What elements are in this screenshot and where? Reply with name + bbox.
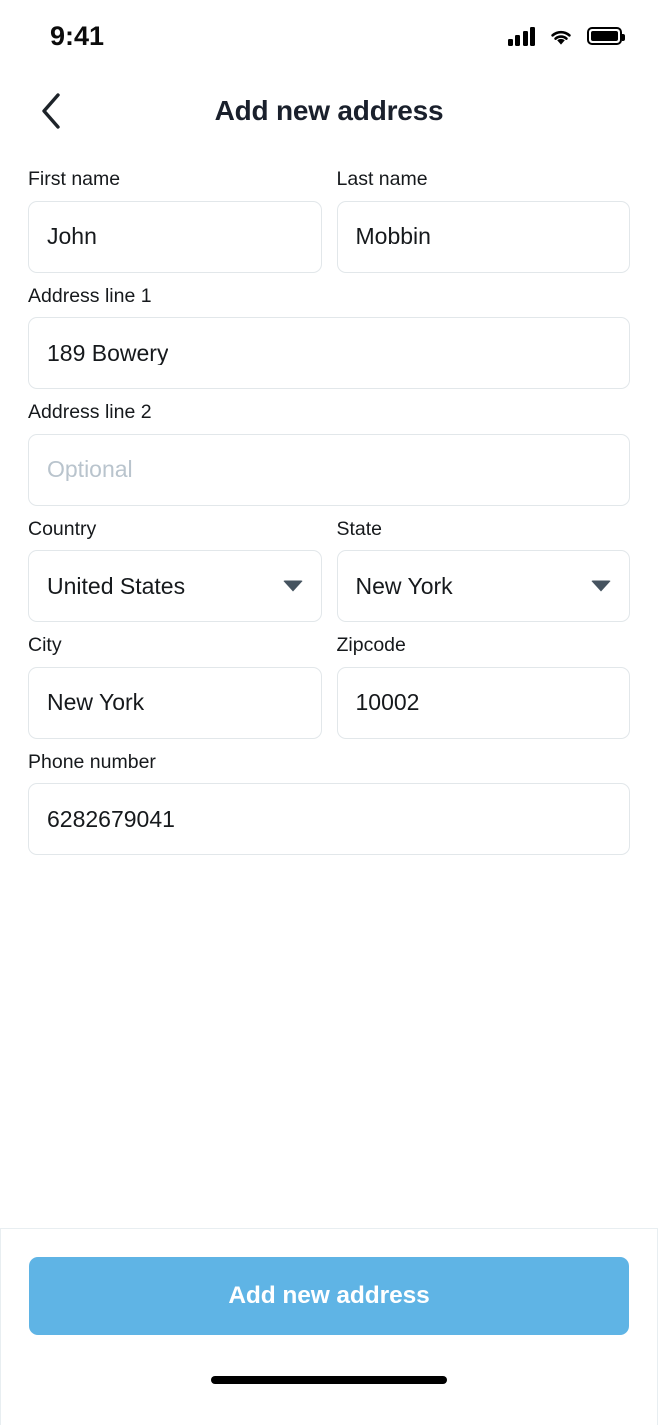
form-row-address-line-1: Address line 1 189 Bowery xyxy=(28,284,630,389)
battery-icon xyxy=(587,27,625,45)
form-row-address-line-2: Address line 2 Optional xyxy=(28,401,630,506)
field-address-line-1: Address line 1 189 Bowery xyxy=(28,284,630,389)
select-country[interactable]: United States xyxy=(28,550,322,622)
add-new-address-button[interactable]: Add new address xyxy=(29,1257,629,1335)
label-zipcode: Zipcode xyxy=(336,634,406,656)
field-phone-number: Phone number 6282679041 xyxy=(28,750,630,855)
label-phone-number: Phone number xyxy=(28,750,156,773)
form-row-name: First name John Last name Mobbin xyxy=(28,168,630,273)
home-indicator[interactable] xyxy=(211,1376,447,1384)
input-phone-number[interactable]: 6282679041 xyxy=(28,783,630,855)
input-address-line-1[interactable]: 189 Bowery xyxy=(28,317,630,389)
cellular-signal-icon xyxy=(507,26,535,46)
input-zipcode-value: 10002 xyxy=(355,691,420,714)
chevron-left-icon xyxy=(38,91,64,131)
status-bar-time: 9:41 xyxy=(50,20,105,51)
field-state: State New York xyxy=(336,517,630,622)
field-country: Country United States xyxy=(28,517,322,622)
address-form-screen: 9:41 Add new address First name John Las… xyxy=(0,0,658,1425)
wifi-icon xyxy=(548,27,574,46)
label-country: Country xyxy=(28,517,97,540)
chevron-down-icon xyxy=(282,580,303,592)
label-last-name: Last name xyxy=(336,168,428,190)
home-indicator-area xyxy=(29,1335,629,1425)
status-bar: 9:41 xyxy=(0,0,658,72)
field-address-line-2: Address line 2 Optional xyxy=(28,401,630,506)
input-first-name-value: John xyxy=(47,225,97,248)
input-city[interactable]: New York xyxy=(28,666,322,739)
form-row-phone-number: Phone number 6282679041 xyxy=(28,750,630,855)
field-last-name: Last name Mobbin xyxy=(336,168,630,273)
label-state: State xyxy=(336,517,383,540)
input-first-name[interactable]: John xyxy=(28,200,322,273)
select-state-value: New York xyxy=(355,574,453,598)
field-zipcode: Zipcode 10002 xyxy=(336,634,630,739)
status-bar-icons xyxy=(507,26,625,46)
page-header: Add new address xyxy=(0,72,658,150)
form-row-country-state: Country United States State New York xyxy=(28,517,630,622)
label-first-name: First name xyxy=(28,168,121,190)
input-address-line-2[interactable]: Optional xyxy=(28,433,630,506)
input-address-line-2-placeholder: Optional xyxy=(47,458,133,481)
chevron-down-icon xyxy=(591,580,611,592)
select-country-value: United States xyxy=(47,574,186,598)
field-first-name: First name John xyxy=(28,168,322,273)
back-button[interactable] xyxy=(26,86,76,136)
field-city: City New York xyxy=(28,634,322,739)
select-state[interactable]: New York xyxy=(336,550,630,622)
input-zipcode[interactable]: 10002 xyxy=(336,666,630,739)
input-last-name[interactable]: Mobbin xyxy=(336,200,630,273)
page-title: Add new address xyxy=(214,95,444,126)
input-last-name-value: Mobbin xyxy=(355,225,431,248)
label-address-line-1: Address line 1 xyxy=(28,284,152,307)
input-phone-number-value: 6282679041 xyxy=(47,807,175,831)
input-address-line-1-value: 189 Bowery xyxy=(47,341,169,365)
footer-bar: Add new address xyxy=(0,1228,658,1425)
input-city-value: New York xyxy=(47,691,145,714)
label-city: City xyxy=(28,634,62,656)
address-form: First name John Last name Mobbin Address… xyxy=(0,150,658,1228)
label-address-line-2: Address line 2 xyxy=(28,401,152,423)
form-row-city-zipcode: City New York Zipcode 10002 xyxy=(28,634,630,739)
